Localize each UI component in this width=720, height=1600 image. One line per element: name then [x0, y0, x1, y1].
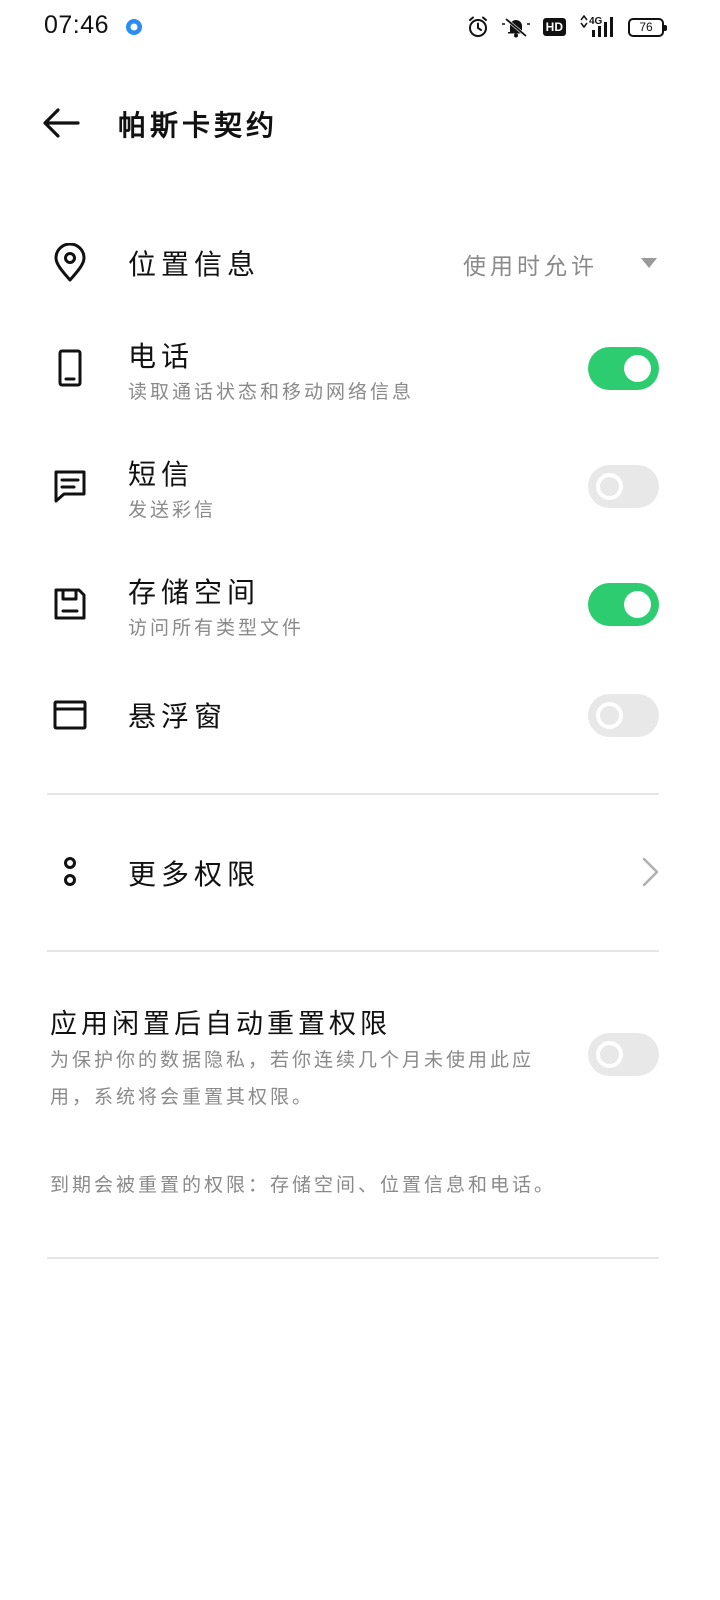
auto-reset-title: 应用闲置后自动重置权限: [50, 1009, 391, 1040]
toggle-knob: [624, 591, 651, 618]
mute-bell-icon: [501, 17, 530, 38]
permission-subtitle: 发送彩信: [128, 499, 217, 521]
permission-title: 悬浮窗: [128, 700, 228, 733]
permission-row-location[interactable]: 位置信息 使用时允许: [0, 225, 720, 305]
divider: [47, 1257, 659, 1259]
permission-row-sms[interactable]: 短信 发送彩信: [0, 448, 720, 528]
permission-title: 位置信息: [128, 248, 261, 281]
message-icon: [54, 470, 86, 503]
alarm-icon: [468, 16, 487, 37]
dropdown-caret-icon[interactable]: [640, 257, 658, 269]
permission-row-phone[interactable]: 电话 读取通话状态和移动网络信息: [0, 330, 720, 410]
chevron-right-icon: [642, 857, 659, 887]
location-pin-icon: [54, 243, 86, 282]
floating-window-icon: [53, 700, 87, 730]
storage-icon: [54, 588, 86, 620]
back-arrow-icon[interactable]: [40, 104, 82, 142]
toggle-knob: [596, 473, 623, 500]
battery-level: 76: [639, 20, 653, 34]
more-permissions-label: 更多权限: [128, 858, 261, 891]
permission-title: 电话: [128, 340, 195, 373]
toggle-knob: [596, 1041, 623, 1068]
toggle-knob: [624, 355, 651, 382]
page-title: 帕斯卡契约: [118, 109, 279, 142]
sms-toggle[interactable]: [588, 465, 659, 508]
divider: [47, 793, 659, 795]
auto-reset-description: 为保护你的数据隐私，若你连续几个月未使用此应用，系统将会重置其权限。: [50, 1049, 535, 1108]
divider: [47, 950, 659, 952]
auto-reset-toggle[interactable]: [588, 1033, 659, 1076]
floating-window-toggle[interactable]: [588, 694, 659, 737]
toggle-knob: [596, 702, 623, 729]
status-icons: HD 4G 76: [467, 13, 667, 41]
app-notification-icon: [126, 19, 142, 35]
permission-row-floating-window[interactable]: 悬浮窗: [0, 678, 720, 758]
more-dots-icon: [64, 857, 76, 886]
permission-subtitle: 读取通话状态和移动网络信息: [128, 381, 415, 403]
hd-badge: HD: [542, 18, 566, 36]
more-permissions-row[interactable]: 更多权限: [0, 832, 720, 912]
permission-title: 存储空间: [128, 576, 261, 609]
battery-indicator: 76: [628, 17, 667, 37]
permission-title: 短信: [128, 458, 195, 491]
permission-value[interactable]: 使用时允许: [463, 247, 598, 281]
phone-icon: [58, 349, 82, 387]
storage-toggle[interactable]: [588, 583, 659, 626]
expire-note: 到期会被重置的权限：存储空间、位置信息和电话。: [50, 1174, 557, 1196]
app-bar: 帕斯卡契约: [0, 90, 720, 156]
permission-subtitle: 访问所有类型文件: [128, 617, 305, 639]
permission-row-storage[interactable]: 存储空间 访问所有类型文件: [0, 566, 720, 646]
status-bar: 07:46 HD 4G 76: [0, 0, 720, 56]
phone-toggle[interactable]: [588, 347, 659, 390]
network-type: 4G: [589, 16, 603, 27]
signal-icon: 4G: [580, 15, 613, 37]
status-time: 07:46: [44, 11, 110, 39]
